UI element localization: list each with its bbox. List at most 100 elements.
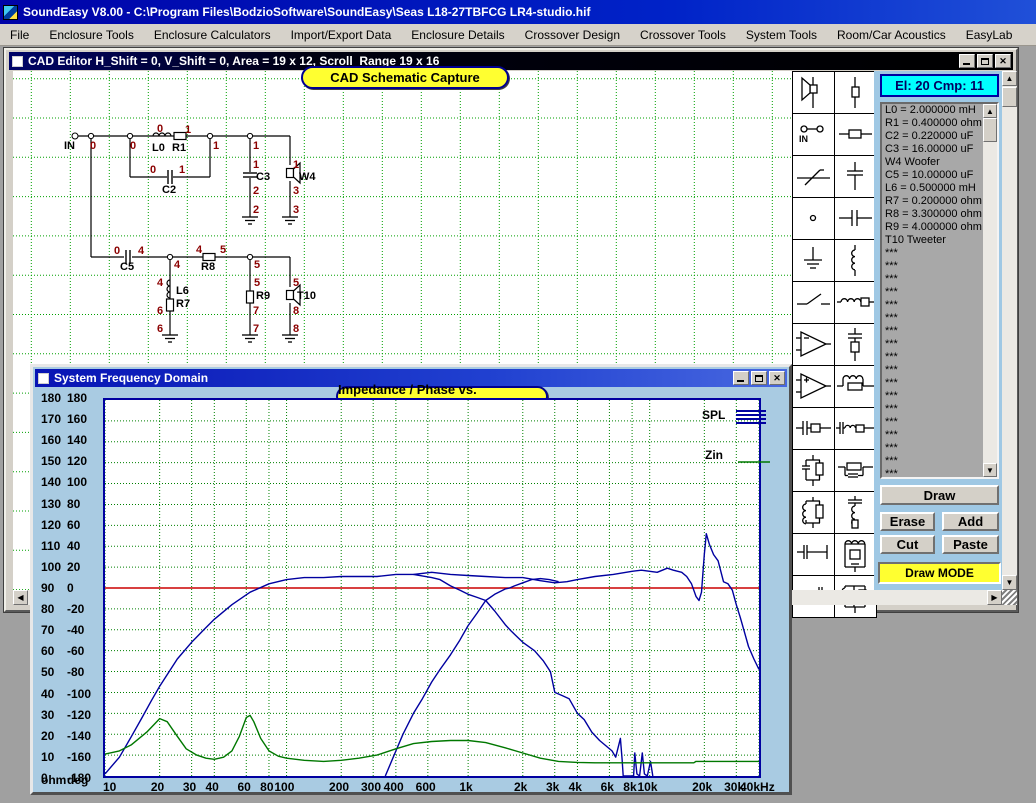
cad-scroll-up-button[interactable]: ▲ [1002, 71, 1017, 86]
palette-tap-icon[interactable] [835, 72, 876, 113]
svg-text:L6: L6 [176, 285, 189, 297]
menu-item-crossover-design[interactable]: Crossover Design [515, 26, 630, 44]
svg-text:0: 0 [90, 140, 96, 152]
palette-ind-cap-res-par-icon[interactable] [835, 534, 876, 575]
freq-minimize-button[interactable] [733, 371, 749, 385]
menu-item-file[interactable]: File [0, 26, 39, 44]
component-list-item[interactable]: *** [882, 455, 997, 468]
freq-maximize-button[interactable] [751, 371, 767, 385]
component-list-item[interactable]: *** [882, 468, 997, 479]
cad-maximize-button[interactable] [977, 54, 993, 68]
component-list-item[interactable]: L0 = 2.000000 mH [882, 104, 997, 117]
component-list-item[interactable]: *** [882, 416, 997, 429]
cad-vscrollbar[interactable]: ▲ ▼ [1002, 71, 1017, 590]
menu-item-easylab[interactable]: EasyLab [956, 26, 1023, 44]
menu-item-enclosure-details[interactable]: Enclosure Details [401, 26, 514, 44]
menu-item-system-tools[interactable]: System Tools [736, 26, 827, 44]
svg-text:6: 6 [157, 323, 163, 335]
svg-text:2: 2 [253, 204, 259, 216]
plot-area[interactable]: SPL Zin [103, 398, 761, 778]
list-scroll-up-button[interactable]: ▲ [983, 104, 997, 118]
paste-button[interactable]: Paste [942, 535, 999, 554]
component-list-item[interactable]: *** [882, 260, 997, 273]
list-scrollbar-track[interactable] [983, 118, 997, 463]
component-list-item[interactable]: *** [882, 299, 997, 312]
palette-ground-icon[interactable] [793, 240, 834, 281]
menu-item-crossover-tools[interactable]: Crossover Tools [630, 26, 736, 44]
svg-text:8: 8 [293, 323, 299, 335]
component-list-item[interactable]: *** [882, 312, 997, 325]
component-list[interactable]: ▲ ▼ L0 = 2.000000 mHR1 = 0.400000 ohmC2 … [880, 102, 999, 479]
palette-cap-shunt-left-icon[interactable] [793, 534, 834, 575]
component-list-item[interactable]: *** [882, 273, 997, 286]
palette-cap-res-v-icon[interactable] [835, 324, 876, 365]
draw-button[interactable]: Draw [880, 485, 999, 505]
palette-cap-ind-res-h-icon[interactable] [835, 408, 876, 449]
cad-scroll-right-button[interactable]: ▶ [987, 590, 1002, 605]
palette-opamp-noninv-icon[interactable] [793, 366, 834, 407]
palette-cap-res-par-v-icon[interactable] [793, 450, 834, 491]
menu-item-import-export-data[interactable]: Import/Export Data [281, 26, 402, 44]
list-scroll-down-button[interactable]: ▼ [983, 463, 997, 477]
cut-button[interactable]: Cut [880, 535, 935, 554]
menu-item-room-car-acoustics[interactable]: Room/Car Acoustics [827, 26, 956, 44]
palette-ind-res-par-v-icon[interactable] [793, 492, 834, 533]
component-list-item[interactable]: C5 = 10.00000 uF [882, 169, 997, 182]
component-list-item[interactable]: *** [882, 325, 997, 338]
component-list-item[interactable]: *** [882, 390, 997, 403]
component-list-item[interactable]: *** [882, 351, 997, 364]
cad-resize-grip[interactable] [1002, 590, 1017, 605]
component-list-item[interactable]: R7 = 0.200000 ohm [882, 195, 997, 208]
component-list-item[interactable]: R8 = 3.300000 ohm [882, 208, 997, 221]
cad-titlebar[interactable]: CAD Editor H_Shift = 0, V_Shift = 0, Are… [9, 52, 1013, 70]
cad-close-button[interactable]: ✕ [995, 54, 1011, 68]
component-list-item[interactable]: *** [882, 247, 997, 260]
component-list-item[interactable]: T10 Tweeter [882, 234, 997, 247]
palette-cap-res-series-h-icon[interactable] [793, 408, 834, 449]
cad-scroll-down-button[interactable]: ▼ [1002, 575, 1017, 590]
freq-close-button[interactable]: ✕ [769, 371, 785, 385]
palette-node-icon[interactable] [793, 198, 834, 239]
menu-item-enclosure-calculators[interactable]: Enclosure Calculators [144, 26, 281, 44]
freq-tick-label: 300 [361, 780, 381, 794]
component-list-item[interactable]: *** [882, 403, 997, 416]
component-list-item[interactable]: C3 = 16.00000 uF [882, 143, 997, 156]
cad-window-icon [12, 56, 23, 67]
menu-item-enclosure-tools[interactable]: Enclosure Tools [39, 26, 144, 44]
palette-cap-h-icon[interactable] [835, 198, 876, 239]
palette-speaker-icon[interactable] [793, 72, 834, 113]
component-list-item[interactable]: *** [882, 286, 997, 299]
palette-inductor-v-icon[interactable] [835, 240, 876, 281]
cad-minimize-button[interactable] [959, 54, 975, 68]
palette-res-cap-par-h-icon[interactable] [835, 450, 876, 491]
cad-vscroll-thumb[interactable] [1002, 87, 1017, 107]
component-list-item[interactable]: *** [882, 442, 997, 455]
freq-tick-label: 10 [103, 780, 116, 794]
add-button[interactable]: Add [942, 512, 999, 531]
palette-ind-res-par-h-icon[interactable] [835, 366, 876, 407]
freq-tick-label: 30 [183, 780, 196, 794]
palette-switch-icon[interactable] [793, 282, 834, 323]
ohm-tick-label: 30 [41, 708, 65, 722]
cad-scroll-left-button[interactable]: ◀ [13, 590, 28, 605]
palette-opamp-inv-icon[interactable] [793, 324, 834, 365]
component-list-item[interactable]: *** [882, 377, 997, 390]
component-list-item[interactable]: R9 = 4.000000 ohm [882, 221, 997, 234]
svg-text:8: 8 [293, 305, 299, 317]
erase-button[interactable]: Erase [880, 512, 935, 531]
palette-trimmer-icon[interactable] [793, 156, 834, 197]
component-list-item[interactable]: *** [882, 429, 997, 442]
component-list-item[interactable]: *** [882, 364, 997, 377]
deg-tick-label: 20 [67, 560, 97, 574]
palette-cap-shunt-v-icon[interactable] [835, 156, 876, 197]
palette-in-terminal-icon[interactable]: IN [793, 114, 834, 155]
palette-inductor-res-h-icon[interactable] [835, 282, 876, 323]
palette-resistor-h-icon[interactable] [835, 114, 876, 155]
component-list-item[interactable]: L6 = 0.500000 mH [882, 182, 997, 195]
component-list-item[interactable]: R1 = 0.400000 ohm [882, 117, 997, 130]
component-list-item[interactable]: *** [882, 338, 997, 351]
palette-ind-cap-series-v-icon[interactable] [835, 492, 876, 533]
list-scrollbar-thumb[interactable] [983, 118, 997, 142]
component-list-item[interactable]: W4 Woofer [882, 156, 997, 169]
component-list-item[interactable]: C2 = 0.220000 uF [882, 130, 997, 143]
